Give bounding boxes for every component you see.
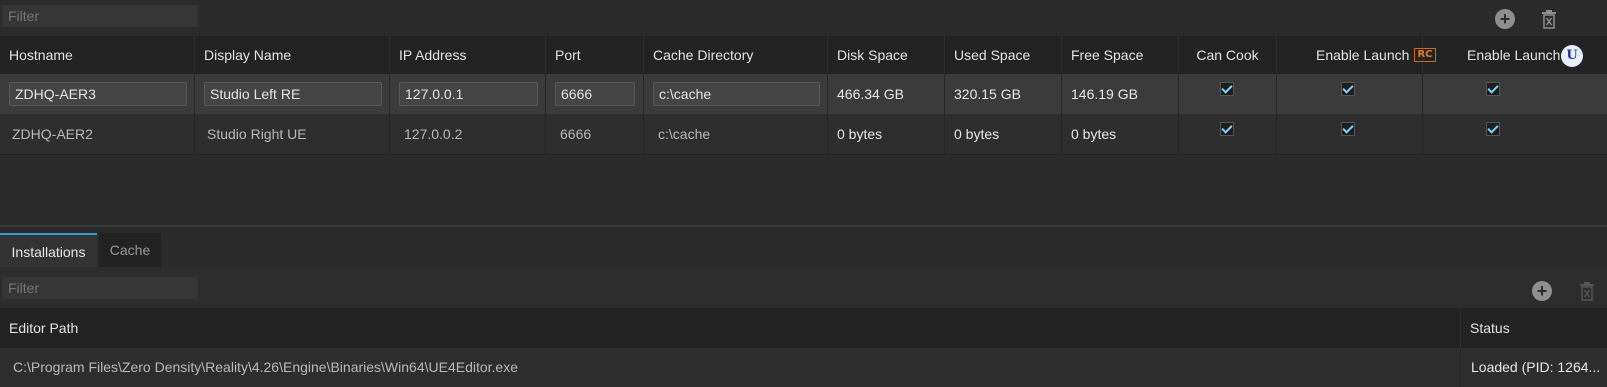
cell-used-space: 0 bytes bbox=[945, 114, 1062, 154]
cell-enable-launch-ue bbox=[1423, 74, 1607, 114]
cell-ip: 127.0.0.1 bbox=[390, 74, 546, 114]
cell-port: 6666 bbox=[546, 74, 644, 114]
delete-installation-trash-icon[interactable] bbox=[1579, 281, 1595, 301]
panel-splitter[interactable] bbox=[0, 225, 1607, 227]
display-name-field[interactable]: Studio Left RE bbox=[204, 82, 382, 106]
cell-hostname: ZDHQ-AER3 bbox=[0, 74, 195, 114]
tab-cache[interactable]: Cache bbox=[99, 233, 161, 267]
column-can-cook[interactable]: Can Cook bbox=[1179, 36, 1277, 74]
cell-editor-path: C:\Program Files\Zero Density\Reality\4.… bbox=[0, 348, 1461, 387]
cell-free-space: 146.19 GB bbox=[1062, 74, 1179, 114]
delete-server-trash-icon[interactable] bbox=[1541, 9, 1557, 29]
cell-display-name: Studio Right UE bbox=[195, 114, 390, 154]
cell-used-space: 320.15 GB bbox=[945, 74, 1062, 114]
installations-filter-input[interactable] bbox=[2, 277, 198, 299]
cell-enable-launch-rc bbox=[1277, 74, 1423, 114]
column-port[interactable]: Port bbox=[546, 36, 644, 74]
cell-enable-launch-ue bbox=[1423, 114, 1607, 154]
enable-launch-ue-checkbox[interactable] bbox=[1486, 122, 1500, 136]
cell-hostname: ZDHQ-AER2 bbox=[0, 114, 195, 154]
column-enable-launch-rc-label: Enable Launch bbox=[1316, 47, 1410, 63]
cell-disk-space: 466.34 GB bbox=[828, 74, 945, 114]
cell-port: 6666 bbox=[546, 114, 644, 154]
server-row[interactable]: ZDHQ-AER3 Studio Left RE 127.0.0.1 6666 … bbox=[0, 74, 1607, 114]
cell-enable-launch-rc bbox=[1277, 114, 1423, 154]
column-cache-directory[interactable]: Cache Directory bbox=[644, 36, 828, 74]
plus-icon: + bbox=[1536, 281, 1548, 301]
reality-rc-logo-icon: RC bbox=[1414, 48, 1436, 62]
column-hostname[interactable]: Hostname bbox=[0, 36, 195, 74]
enable-launch-rc-checkbox[interactable] bbox=[1341, 82, 1355, 96]
column-free-space[interactable]: Free Space bbox=[1062, 36, 1179, 74]
add-server-button[interactable]: + bbox=[1495, 9, 1515, 29]
can-cook-checkbox[interactable] bbox=[1220, 82, 1234, 96]
can-cook-checkbox[interactable] bbox=[1220, 122, 1234, 136]
server-row[interactable]: ZDHQ-AER2 Studio Right UE 127.0.0.2 6666… bbox=[0, 114, 1607, 155]
hostname-field[interactable]: ZDHQ-AER3 bbox=[9, 82, 187, 106]
cache-directory-field[interactable]: c:\cache bbox=[653, 82, 820, 106]
cell-display-name: Studio Left RE bbox=[195, 74, 390, 114]
port-field[interactable]: 6666 bbox=[555, 82, 635, 106]
cell-cache-dir: c:\cache bbox=[644, 114, 828, 154]
column-status[interactable]: Status bbox=[1461, 308, 1607, 348]
tab-installations[interactable]: Installations bbox=[0, 233, 97, 267]
cell-can-cook bbox=[1179, 74, 1277, 114]
column-ip-address[interactable]: IP Address bbox=[390, 36, 546, 74]
column-editor-path[interactable]: Editor Path bbox=[0, 308, 1461, 348]
add-installation-button[interactable]: + bbox=[1532, 281, 1552, 301]
enable-launch-rc-checkbox[interactable] bbox=[1341, 122, 1355, 136]
enable-launch-ue-checkbox[interactable] bbox=[1486, 82, 1500, 96]
ip-address-field[interactable]: 127.0.0.1 bbox=[399, 82, 538, 106]
column-disk-space[interactable]: Disk Space bbox=[828, 36, 945, 74]
installation-row[interactable]: C:\Program Files\Zero Density\Reality\4.… bbox=[0, 348, 1607, 387]
cell-cache-dir: c:\cache bbox=[644, 74, 828, 114]
server-filter-input[interactable] bbox=[2, 5, 198, 27]
cell-can-cook bbox=[1179, 114, 1277, 154]
cell-ip: 127.0.0.2 bbox=[390, 114, 546, 154]
plus-icon: + bbox=[1499, 9, 1511, 29]
column-display-name[interactable]: Display Name bbox=[195, 36, 390, 74]
unreal-engine-logo-icon: U bbox=[1561, 45, 1583, 67]
cell-disk-space: 0 bytes bbox=[828, 114, 945, 154]
column-enable-launch-ue-label: Enable Launch bbox=[1467, 47, 1561, 63]
column-used-space[interactable]: Used Space bbox=[945, 36, 1062, 74]
cell-free-space: 0 bytes bbox=[1062, 114, 1179, 154]
installations-table-header: Editor Path Status bbox=[0, 308, 1607, 348]
cell-status: Loaded (PID: 1264... bbox=[1471, 359, 1601, 375]
